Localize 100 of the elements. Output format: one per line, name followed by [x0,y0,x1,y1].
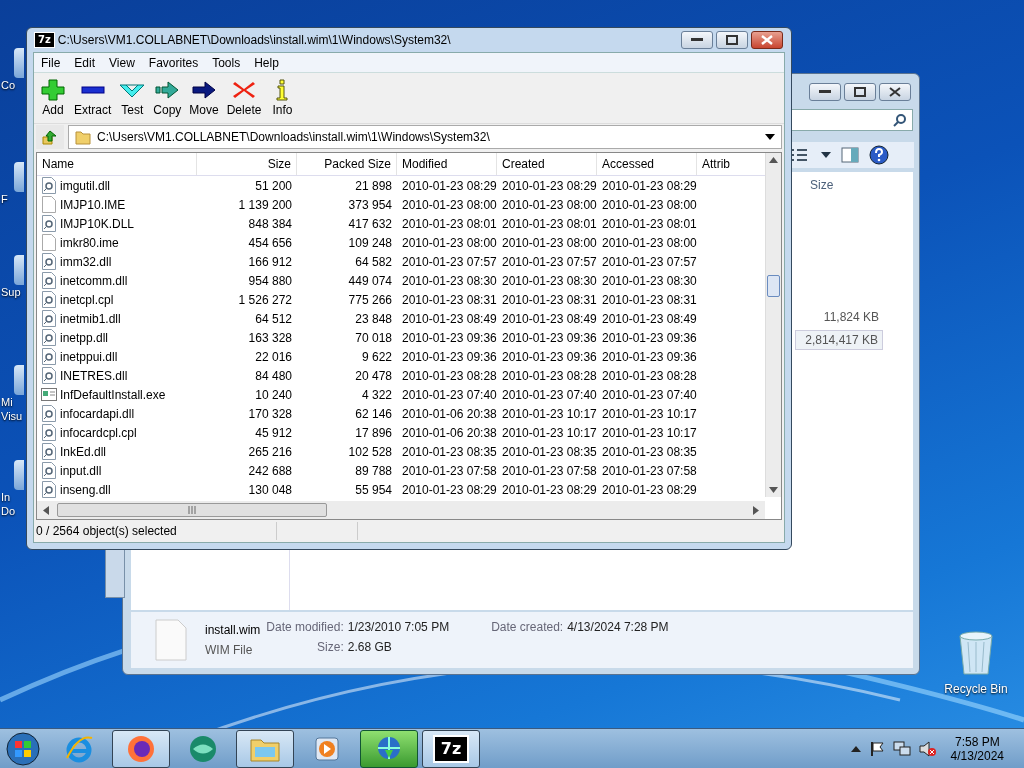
show-hidden-icons-icon[interactable] [850,745,861,753]
file-name[interactable]: inseng.dll [60,482,111,497]
up-arrow-folder-icon [42,129,58,145]
download-taskbar-button[interactable] [360,730,418,768]
column-header[interactable]: Created [497,153,597,175]
desktop-icon-label[interactable]: Co [1,78,16,92]
desktop-shortcut-icon[interactable] [14,365,24,395]
search-field[interactable] [789,109,913,131]
table-cell-text: 64 582 [354,254,393,269]
firefox-taskbar-button[interactable] [112,730,170,768]
table-cell-text: 2010-01-23 08:35 [501,444,597,459]
network-icon[interactable] [892,741,911,757]
file-name[interactable]: inetppui.dll [60,349,118,364]
scroll-up-icon[interactable] [769,157,778,163]
delete-button[interactable]: Delete [222,79,266,117]
scroll-thumb[interactable] [767,275,780,297]
file-name[interactable]: infocardcpl.cpl [60,425,137,440]
menu-item[interactable]: File [34,55,68,70]
file-name[interactable]: InfDefaultInstall.exe [60,387,166,402]
file-name[interactable]: inetcomm.dll [60,273,128,288]
file-name[interactable]: inetcpl.cpl [60,292,114,307]
table-cell-text: 70 018 [354,330,393,345]
column-header[interactable]: Accessed [597,153,697,175]
file-name[interactable]: inetpp.dll [60,330,109,345]
table-cell-text: 22 016 [254,349,293,364]
info-button[interactable]: Info [265,79,300,117]
scroll-thumb[interactable] [57,503,327,517]
minimize-button[interactable] [809,83,841,101]
table-cell-text: 2010-01-23 07:57 [401,254,497,269]
extract-button[interactable]: Extract [70,79,116,117]
address-field[interactable]: C:\Users\VM1.COLLABNET\Downloads\install.wim\1\Windows\System32\ [68,125,782,149]
file-size[interactable]: 2,814,417 KB [795,330,883,350]
detail-value: 2.68 GB [347,640,393,654]
vertical-scrollbar[interactable] [765,153,781,497]
up-folder-button[interactable] [36,125,64,149]
file-name[interactable]: INETRES.dll [60,368,128,383]
maximize-button[interactable] [716,31,748,49]
file-name[interactable]: imkr80.ime [60,235,119,250]
menu-item[interactable]: Edit [67,55,103,70]
maximize-button[interactable] [844,83,876,101]
desktop-icon-label[interactable]: In [1,490,11,504]
archiver-taskbar-button[interactable]: 7z [422,730,480,768]
file-name[interactable]: imgutil.dll [60,178,110,193]
table-cell-text: 2010-01-23 08:28 [401,368,497,383]
file-name[interactable]: InkEd.dll [60,444,107,459]
recycle-bin-icon[interactable] [956,630,996,676]
caret-icon[interactable] [821,152,831,158]
horizontal-scrollbar[interactable] [37,501,765,519]
clock-time[interactable]: 7:58 PM [954,735,1000,749]
file-size[interactable]: 11,824 KB [819,308,883,326]
file-name[interactable]: imm32.dll [60,254,112,269]
file-name[interactable]: IMJP10K.DLL [60,216,135,231]
file-name[interactable]: input.dll [60,463,102,478]
scroll-right-icon[interactable] [753,505,759,515]
menu-item[interactable]: Tools [205,55,248,70]
settings-file-icon [41,443,57,460]
column-header[interactable]: Modified [397,153,497,175]
desktop-icon-label[interactable]: Mi [1,395,13,409]
table-cell-text: 4 322 [360,387,393,402]
desktop-shortcut-icon[interactable] [14,255,24,285]
table-cell-text: 954 880 [247,273,293,288]
test-button[interactable]: Test [115,79,150,117]
close-button[interactable] [751,31,783,49]
file-name[interactable]: inetmib1.dll [60,311,121,326]
scroll-left-icon[interactable] [43,505,49,515]
copy-button[interactable]: Copy [149,79,186,117]
help-icon[interactable] [869,145,889,165]
menu-item[interactable]: Favorites [141,55,206,70]
menu-item[interactable]: View [102,55,142,70]
minimize-button[interactable] [681,31,713,49]
flag-icon[interactable] [868,741,885,757]
move-button[interactable]: Move [185,79,223,117]
add-button[interactable]: Add [36,79,70,117]
table-cell-text: 2010-01-23 08:29 [601,482,697,497]
preview-pane-icon[interactable] [841,147,859,163]
clock-date[interactable]: 4/13/2024 [950,749,1004,763]
column-header[interactable]: Packed Size [297,153,397,175]
detail-label: Size: [316,640,344,654]
desktop-icon-label[interactable]: Visu [1,409,23,423]
desktop-shortcut-icon[interactable] [14,48,24,78]
dropdown-icon[interactable] [765,134,775,140]
file-name[interactable]: IMJP10.IME [60,197,126,212]
table-cell-text: 848 384 [247,216,293,231]
recycle-bin-label[interactable]: Recycle Bin [944,682,1008,696]
minimize-icon [819,90,831,94]
menu-item[interactable]: Help [247,55,286,70]
table-cell-text: 2010-01-23 09:36 [401,349,497,364]
file-name[interactable]: infocardapi.dll [60,406,135,421]
column-header[interactable]: Size [197,153,297,175]
speaker-muted-icon[interactable] [918,741,937,757]
desktop-icon-label[interactable]: Do [1,504,16,518]
table-cell-text: 2010-01-23 07:57 [501,254,597,269]
scroll-down-icon[interactable] [769,487,778,493]
desktop-icon-label[interactable]: F [1,192,8,206]
desktop-shortcut-icon[interactable] [14,162,24,192]
column-header[interactable]: Name [37,153,197,175]
close-button[interactable] [879,83,911,101]
column-header[interactable]: Size [810,178,834,192]
desktop-icon-label[interactable]: Sup [1,285,21,299]
folder-taskbar-button[interactable] [236,730,294,768]
